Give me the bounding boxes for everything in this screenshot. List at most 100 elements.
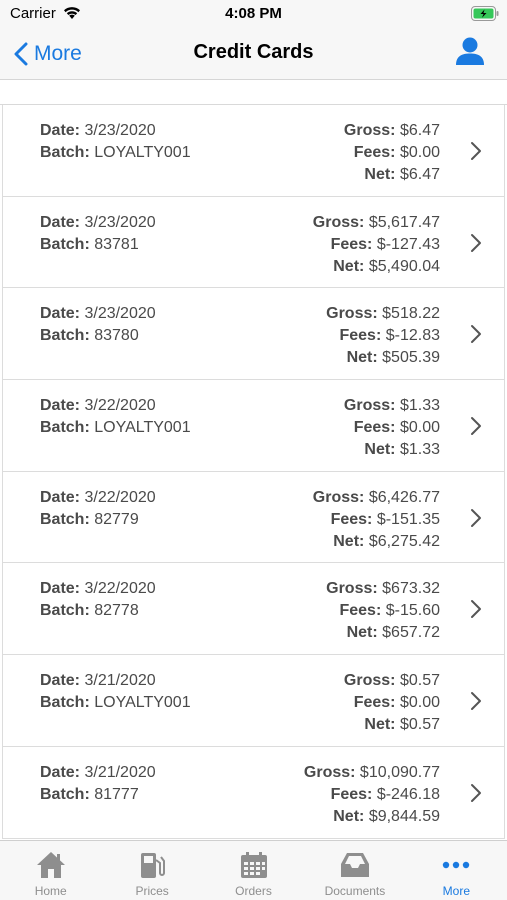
batch-line: Batch: LOYALTY001 bbox=[40, 142, 191, 164]
fees-value: $-151.35 bbox=[376, 510, 440, 528]
fees-label: Fees: bbox=[339, 327, 382, 345]
tab-prices[interactable]: Prices bbox=[101, 841, 202, 900]
gross-label: Gross: bbox=[303, 763, 356, 781]
list-item[interactable]: Date: 3/23/2020 Batch: LOYALTY001 Gross:… bbox=[2, 105, 505, 197]
row-amounts: Gross: $10,090.77 Fees: $-246.18 Net: $9… bbox=[304, 762, 440, 828]
date-label: Date: bbox=[40, 763, 81, 781]
status-time: 4:08 PM bbox=[225, 5, 282, 22]
net-label: Net: bbox=[346, 624, 378, 642]
batch-line: Batch: LOYALTY001 bbox=[40, 417, 191, 439]
date-value: 3/23/2020 bbox=[84, 213, 156, 231]
batch-label: Batch: bbox=[40, 144, 90, 161]
row-amounts: Gross: $5,617.47 Fees: $-127.43 Net: $5,… bbox=[313, 212, 440, 278]
list-item[interactable]: Date: 3/22/2020 Batch: 82778 Gross: $673… bbox=[2, 563, 505, 656]
gross-line: Gross: $1.33 bbox=[344, 395, 440, 417]
credit-card-list: Date: 3/23/2020 Batch: LOYALTY001 Gross:… bbox=[0, 104, 507, 840]
fees-line: Fees: $-127.43 bbox=[313, 234, 440, 256]
gross-line: Gross: $6,426.77 bbox=[313, 487, 440, 509]
tab-bar: Home Prices Orders Documents More bbox=[0, 840, 507, 900]
page-title: Credit Cards bbox=[193, 41, 314, 63]
fees-label: Fees: bbox=[330, 510, 373, 528]
fees-value: $-12.83 bbox=[385, 327, 440, 345]
batch-line: Batch: 83780 bbox=[40, 325, 156, 347]
net-label: Net: bbox=[333, 807, 365, 825]
list-item[interactable]: Date: 3/21/2020 Batch: LOYALTY001 Gross:… bbox=[2, 655, 505, 747]
gross-value: $1.33 bbox=[399, 397, 440, 415]
tab-label: Orders bbox=[235, 884, 272, 898]
date-line: Date: 3/21/2020 bbox=[40, 762, 156, 784]
gross-value: $5,617.47 bbox=[368, 213, 440, 231]
net-label: Net: bbox=[364, 716, 396, 734]
tab-documents[interactable]: Documents bbox=[304, 841, 405, 900]
date-label: Date: bbox=[40, 305, 81, 323]
tab-home[interactable]: Home bbox=[0, 841, 101, 900]
net-value: $505.39 bbox=[382, 349, 440, 367]
gross-value: $10,090.77 bbox=[359, 763, 440, 781]
list-item[interactable]: Date: 3/22/2020 Batch: 82779 Gross: $6,4… bbox=[2, 471, 505, 564]
row-amounts: Gross: $6.47 Fees: $0.00 Net: $6.47 bbox=[344, 120, 440, 186]
gross-line: Gross: $6.47 bbox=[344, 120, 440, 142]
gross-line: Gross: $10,090.77 bbox=[304, 762, 440, 784]
net-value: $9,844.59 bbox=[368, 807, 440, 825]
calendar-icon bbox=[239, 849, 269, 881]
gross-line: Gross: $518.22 bbox=[326, 303, 440, 325]
chevron-right-icon bbox=[471, 325, 481, 344]
date-label: Date: bbox=[40, 213, 81, 231]
list-item[interactable]: Date: 3/21/2020 Batch: 81777 Gross: $10,… bbox=[2, 746, 505, 839]
date-line: Date: 3/21/2020 bbox=[40, 670, 191, 692]
tab-label: Prices bbox=[135, 884, 169, 898]
fees-line: Fees: $0.00 bbox=[344, 142, 440, 164]
more-dots-icon bbox=[440, 849, 472, 881]
fees-line: Fees: $0.00 bbox=[344, 692, 440, 714]
date-value: 3/22/2020 bbox=[84, 488, 156, 506]
chevron-right-icon bbox=[471, 600, 481, 619]
list-item[interactable]: Date: 3/23/2020 Batch: 83781 Gross: $5,6… bbox=[2, 196, 505, 289]
batch-line: Batch: 82778 bbox=[40, 600, 156, 622]
date-label: Date: bbox=[40, 672, 81, 690]
list-item[interactable]: Date: 3/22/2020 Batch: LOYALTY001 Gross:… bbox=[2, 380, 505, 472]
date-line: Date: 3/23/2020 bbox=[40, 303, 156, 325]
gross-label: Gross: bbox=[343, 397, 396, 415]
fees-value: $0.00 bbox=[399, 144, 440, 161]
fees-label: Fees: bbox=[353, 694, 396, 712]
batch-line: Batch: 82779 bbox=[40, 509, 156, 531]
date-label: Date: bbox=[40, 580, 81, 598]
row-left-info: Date: 3/21/2020 Batch: LOYALTY001 bbox=[40, 670, 191, 714]
net-value: $5,490.04 bbox=[368, 257, 440, 275]
gross-line: Gross: $673.32 bbox=[326, 578, 440, 600]
net-value: $0.57 bbox=[399, 716, 440, 734]
batch-label: Batch: bbox=[40, 419, 90, 437]
profile-button[interactable] bbox=[455, 36, 485, 71]
gross-label: Gross: bbox=[312, 213, 365, 231]
list-item[interactable]: Date: 3/23/2020 Batch: 83780 Gross: $518… bbox=[2, 288, 505, 381]
fees-line: Fees: $-12.83 bbox=[326, 325, 440, 347]
batch-value: LOYALTY001 bbox=[94, 144, 191, 161]
fees-value: $0.00 bbox=[399, 694, 440, 712]
date-label: Date: bbox=[40, 488, 81, 506]
row-left-info: Date: 3/22/2020 Batch: 82779 bbox=[40, 487, 156, 531]
gas-pump-icon bbox=[137, 849, 167, 881]
net-line: Net: $657.72 bbox=[326, 622, 440, 644]
net-value: $657.72 bbox=[382, 624, 440, 642]
tab-orders[interactable]: Orders bbox=[203, 841, 304, 900]
tab-more[interactable]: More bbox=[406, 841, 507, 900]
status-bar: Carrier 4:08 PM bbox=[0, 0, 507, 28]
net-line: Net: $6,275.42 bbox=[313, 531, 440, 553]
chevron-right-icon bbox=[471, 233, 481, 252]
row-left-info: Date: 3/23/2020 Batch: 83780 bbox=[40, 303, 156, 347]
chevron-right-icon bbox=[471, 417, 481, 436]
date-label: Date: bbox=[40, 122, 81, 139]
tab-label: Home bbox=[34, 884, 67, 898]
row-amounts: Gross: $6,426.77 Fees: $-151.35 Net: $6,… bbox=[313, 487, 440, 553]
batch-value: 82778 bbox=[94, 602, 139, 620]
fees-label: Fees: bbox=[353, 419, 396, 437]
gross-line: Gross: $0.57 bbox=[344, 670, 440, 692]
net-label: Net: bbox=[346, 349, 378, 367]
date-line: Date: 3/23/2020 bbox=[40, 212, 156, 234]
fees-line: Fees: $-246.18 bbox=[304, 784, 440, 806]
inbox-icon bbox=[339, 849, 371, 881]
gross-value: $6.47 bbox=[399, 122, 440, 139]
gross-label: Gross: bbox=[343, 122, 396, 139]
net-label: Net: bbox=[333, 532, 365, 550]
row-amounts: Gross: $1.33 Fees: $0.00 Net: $1.33 bbox=[344, 395, 440, 461]
